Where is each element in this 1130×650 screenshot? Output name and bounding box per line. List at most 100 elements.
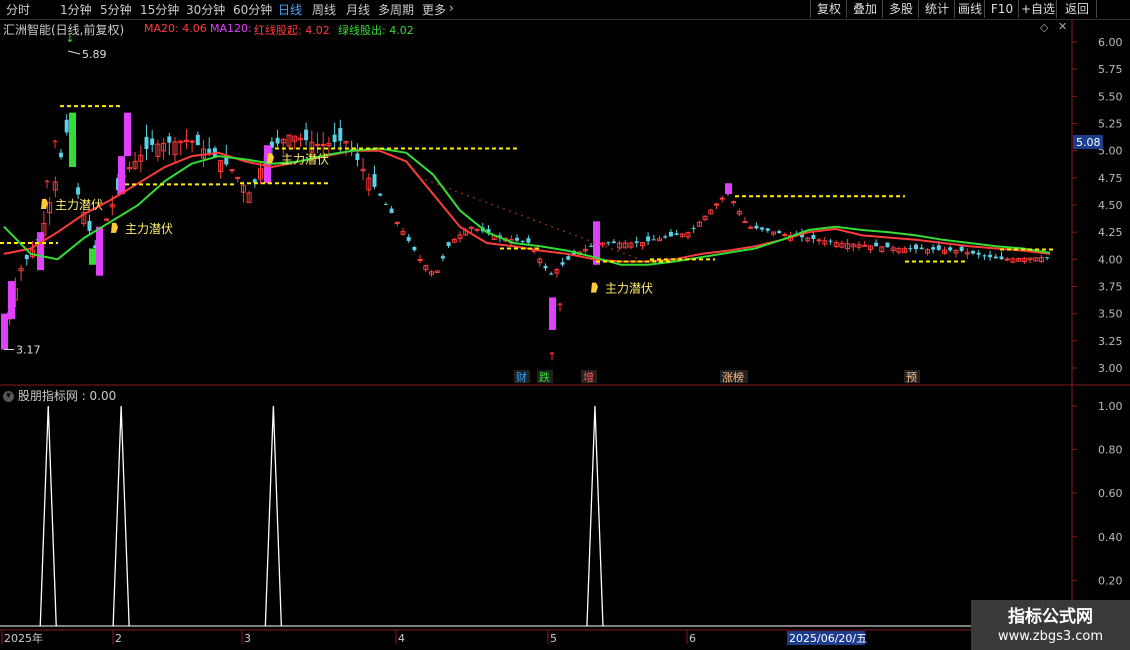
candle-body — [691, 227, 696, 229]
signal-label: 主力潜伏 — [55, 198, 103, 212]
candle-body — [560, 262, 565, 265]
event-badge-3: 涨榜 — [722, 370, 744, 384]
candle-body — [304, 129, 309, 141]
y-tick-label: 4.00 — [1098, 253, 1123, 266]
candle-body — [64, 119, 69, 133]
high-price-label: 5.89 — [82, 48, 107, 61]
candle-body — [777, 230, 782, 234]
tab-period-6[interactable]: 日线 — [278, 1, 302, 18]
candle-body — [651, 239, 656, 241]
ma120-dot — [443, 185, 445, 188]
ma120-dot — [581, 237, 583, 239]
candle-body — [566, 256, 571, 260]
candle-body — [589, 245, 594, 247]
date-label-4: 5 — [550, 632, 557, 645]
up-arrow-icon: ↑ — [50, 137, 60, 151]
tab-period-7[interactable]: 周线 — [312, 1, 336, 18]
signal-label: 主力潜伏 — [281, 152, 329, 166]
candle-body — [663, 236, 668, 238]
candle-body — [765, 228, 770, 231]
button-1[interactable]: 叠加 — [846, 0, 883, 18]
candle-body — [332, 134, 337, 143]
ma120-dot — [521, 214, 523, 217]
ma120-dot — [593, 241, 595, 244]
ma120-dot — [449, 188, 451, 190]
ma120-dot — [575, 234, 577, 237]
button-3[interactable]: 统计 — [918, 0, 955, 18]
button-4[interactable]: 画线 — [954, 0, 985, 18]
button-8[interactable] — [1096, 0, 1130, 18]
candle-body — [543, 265, 548, 269]
button-6[interactable]: +自选 — [1018, 0, 1057, 18]
candle-body — [446, 242, 451, 247]
up-arrow-icon: ↑ — [547, 349, 557, 363]
tab-period-0[interactable]: 分时 — [6, 1, 30, 18]
tab-period-3[interactable]: 15分钟 — [140, 1, 179, 18]
tab-period-9[interactable]: 多周期 — [378, 1, 414, 18]
candle-body — [474, 228, 480, 231]
candle-body — [59, 152, 63, 158]
event-badge-2: 增 — [583, 370, 594, 384]
ma120-dot — [419, 177, 421, 179]
date-label-highlight: 2025/06/20/五 — [789, 632, 867, 645]
date-label-2: 3 — [244, 632, 251, 645]
current-price-label: 5.08 — [1076, 136, 1101, 149]
candle-body — [719, 197, 725, 200]
candle-body — [549, 273, 554, 275]
ma120-dot — [563, 230, 565, 232]
candle-body — [440, 256, 445, 259]
spike-series — [39, 405, 604, 627]
candle-body — [885, 242, 890, 248]
sub-y-tick-label: 0.20 — [1098, 574, 1123, 587]
candle-body — [874, 242, 879, 247]
signal-candle — [118, 156, 125, 195]
candle-body — [634, 241, 639, 244]
ma120-dot — [551, 225, 553, 228]
candle-body — [150, 138, 155, 145]
candle-body — [976, 252, 981, 255]
ma120-dot — [431, 181, 433, 184]
tab-period-8[interactable]: 月线 — [346, 1, 370, 18]
button-2[interactable]: 多股 — [882, 0, 919, 18]
candle-body — [1004, 258, 1010, 261]
low-price-label: 3.17 — [16, 344, 41, 357]
candle-body — [959, 246, 964, 251]
button-0[interactable]: 复权 — [810, 0, 847, 18]
event-badge-4: 预 — [906, 371, 917, 384]
button-5[interactable]: F10 — [984, 0, 1019, 18]
ma120-dot — [587, 239, 589, 241]
ma120-dot — [629, 254, 631, 257]
tab-period-1[interactable]: 1分钟 — [60, 1, 92, 18]
chevron-right-icon[interactable]: › — [449, 1, 454, 15]
candle-body — [76, 187, 81, 195]
date-label-1: 2 — [115, 632, 122, 645]
tab-period-2[interactable]: 5分钟 — [100, 1, 132, 18]
y-tick-label: 5.75 — [1098, 63, 1123, 76]
ma120-dot — [605, 245, 607, 248]
y-tick-label: 4.50 — [1098, 199, 1123, 212]
candle-body — [828, 240, 833, 242]
candle-body — [372, 174, 377, 187]
candle-body — [646, 236, 651, 242]
candle-body — [195, 134, 200, 146]
hand-pointer-icon — [591, 282, 598, 293]
date-label-5: 6 — [689, 632, 696, 645]
candle-body — [315, 143, 320, 146]
down-arrow-icon: ↓ — [65, 32, 74, 45]
button-7[interactable]: 返回 — [1056, 0, 1097, 18]
ma120-dot — [437, 183, 439, 186]
signal-candle — [124, 112, 131, 157]
y-tick-label: 6.00 — [1098, 36, 1123, 49]
ma120-dot — [635, 257, 637, 259]
event-badge-1: 跌 — [539, 370, 550, 384]
candle-body — [338, 128, 343, 141]
ma120-dot — [545, 223, 547, 226]
candle-body — [714, 203, 719, 206]
candle-body — [760, 227, 765, 230]
tab-period-4[interactable]: 30分钟 — [186, 1, 225, 18]
tab-period-10[interactable]: 更多 — [422, 1, 446, 18]
candle-body — [355, 153, 360, 161]
y-tick-label: 3.00 — [1098, 362, 1123, 375]
tab-period-5[interactable]: 60分钟 — [233, 1, 272, 18]
candle-body — [229, 169, 235, 172]
